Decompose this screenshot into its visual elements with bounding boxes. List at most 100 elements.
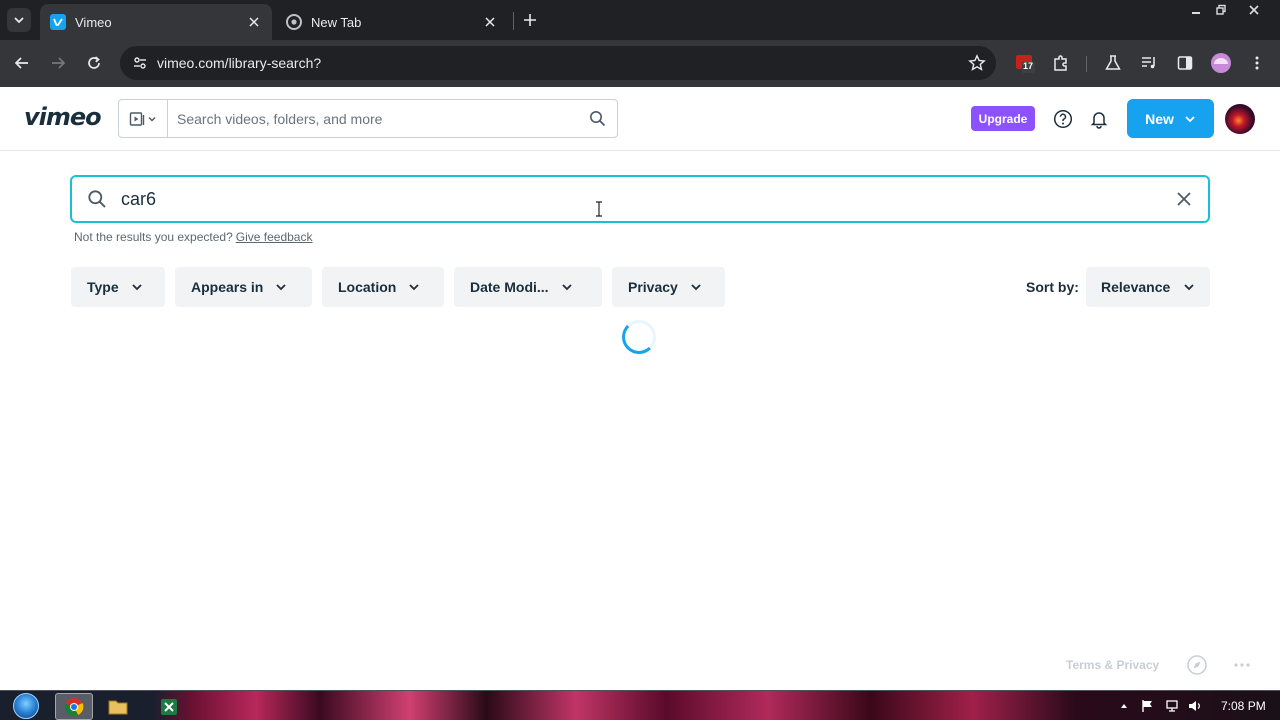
vimeo-favicon-icon [50,14,66,30]
taskbar-explorer[interactable] [99,693,137,720]
side-panel-button[interactable] [1174,52,1196,74]
filter-label: Date Modi... [470,279,549,295]
library-search-box [70,175,1210,223]
video-library-icon [129,111,145,126]
close-icon [1249,5,1259,15]
network-icon [1166,700,1178,712]
site-info-button[interactable] [123,46,157,80]
feedback-button[interactable] [1186,654,1208,676]
header-search-input[interactable] [168,110,577,127]
minimize-icon [1192,12,1200,14]
extensions-button[interactable] [1050,52,1072,74]
back-button[interactable] [9,50,35,76]
chevron-down-icon [132,284,142,291]
filter-label: Type [87,279,119,295]
start-button[interactable] [8,692,44,720]
search-scope-dropdown[interactable] [119,100,168,137]
address-bar[interactable]: vimeo.com/library-search? [120,46,996,80]
reload-button[interactable] [81,50,107,76]
text-cursor-icon [596,201,602,217]
chevron-down-icon [148,116,156,121]
close-tab-icon[interactable] [246,14,262,30]
filter-label: Privacy [628,279,678,295]
labs-button[interactable] [1102,52,1124,74]
browser-menu-button[interactable] [1246,52,1268,74]
more-horizontal-icon [1234,663,1250,667]
volume-button[interactable] [1187,698,1203,714]
tab-vimeo[interactable]: Vimeo [40,4,272,40]
feedback-text: Not the results you expected? [74,230,233,244]
media-controls-button[interactable] [1138,52,1160,74]
sort-dropdown[interactable]: Relevance [1086,267,1210,307]
tray-overflow-button[interactable] [1116,698,1132,714]
minimize-window-button[interactable] [1183,0,1209,20]
compass-icon [1187,655,1207,675]
header-search-button[interactable] [577,110,617,127]
filter-appears-in[interactable]: Appears in [175,267,312,307]
chevron-down-icon [561,284,572,291]
excel-icon [161,698,177,715]
bookmark-star-icon[interactable] [968,54,986,72]
give-feedback-link[interactable]: Give feedback [236,230,313,244]
user-avatar[interactable] [1225,104,1255,134]
taskbar-clock[interactable]: 7:08 PM [1221,699,1266,713]
tab-search-button[interactable] [7,8,31,32]
chevron-down-icon [691,284,701,291]
vimeo-header: vimeo Upgrade New [0,87,1280,151]
filter-date-modified[interactable]: Date Modi... [454,267,602,307]
chevron-down-icon [1184,284,1194,291]
close-tab-icon[interactable] [482,14,498,30]
library-search-input[interactable] [120,188,1160,210]
header-search [118,99,618,138]
more-vertical-icon [1255,56,1259,70]
network-button[interactable] [1164,698,1180,714]
tab-separator [513,12,514,30]
windows-taskbar [0,690,1280,720]
filter-label: Appears in [191,279,264,295]
filter-type[interactable]: Type [71,267,165,307]
vimeo-logo[interactable]: vimeo [24,103,102,131]
taskbar-chrome[interactable] [55,693,93,720]
search-icon [589,111,605,127]
windows-orb-icon [13,693,39,719]
taskbar-excel[interactable] [150,693,188,720]
extension-calendar-button[interactable]: 17 [1014,52,1036,74]
clear-search-button[interactable] [1160,191,1208,207]
new-button[interactable]: New [1127,99,1214,138]
chrome-icon [286,14,302,30]
url-text[interactable]: vimeo.com/library-search? [157,55,321,71]
filter-privacy[interactable]: Privacy [612,267,725,307]
notifications-button[interactable] [1087,107,1111,131]
upgrade-button[interactable]: Upgrade [971,106,1035,131]
extension-badge: 17 [1023,61,1034,71]
close-window-button[interactable] [1241,0,1267,20]
folder-icon [108,700,128,714]
filter-location[interactable]: Location [322,267,444,307]
tune-icon [134,57,146,69]
profile-avatar-icon [1211,53,1231,73]
forward-button[interactable] [45,50,71,76]
terms-privacy-link[interactable]: Terms & Privacy [1066,658,1159,672]
side-panel-icon [1177,56,1193,70]
chevron-down-icon [409,284,419,291]
chrome-icon [64,697,84,716]
tab-new-tab[interactable]: New Tab [276,4,508,40]
more-options-button[interactable] [1231,654,1253,676]
arrow-right-icon [52,57,66,69]
new-tab-button[interactable] [519,9,541,31]
toolbar-separator [1086,56,1087,72]
speaker-icon [1189,701,1200,711]
chevron-down-icon [276,284,286,291]
restore-window-button[interactable] [1208,0,1234,20]
bell-icon [1090,112,1108,129]
profile-button[interactable] [1210,52,1232,74]
browser-tab-bar: Vimeo New Tab [0,0,1280,40]
close-icon [1177,192,1191,206]
help-button[interactable] [1051,107,1075,131]
browser-toolbar: vimeo.com/library-search? 17 [0,40,1280,87]
action-center-button[interactable] [1140,698,1156,714]
sort-by-label: Sort by: [1026,279,1079,295]
loading-spinner [622,320,656,354]
sort-value: Relevance [1101,279,1171,295]
chevron-down-icon [1185,115,1195,122]
